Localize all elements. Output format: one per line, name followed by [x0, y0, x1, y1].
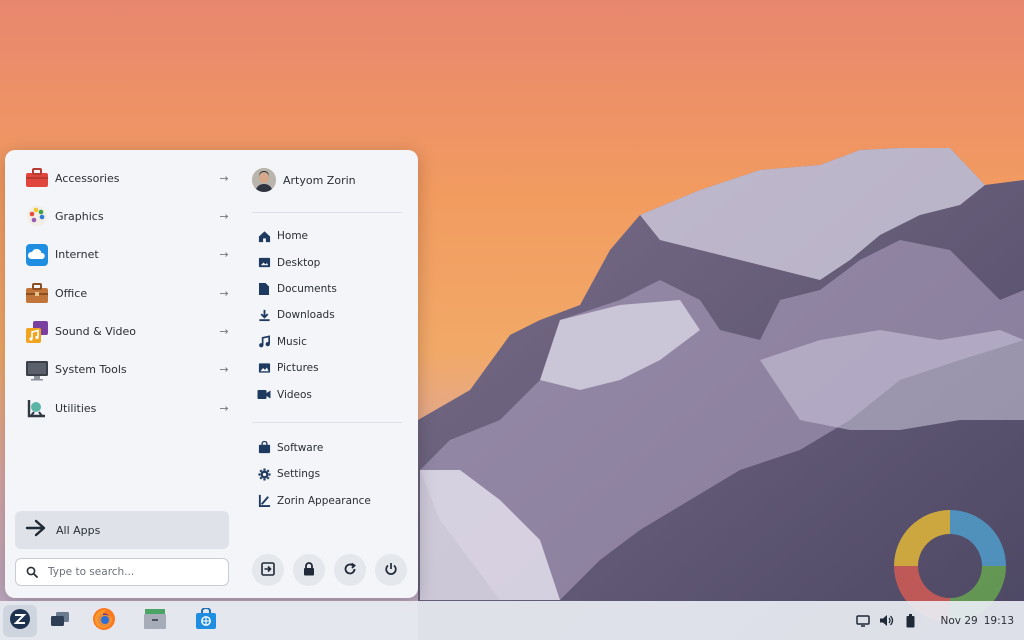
system-software[interactable]: Software — [252, 435, 407, 461]
arrow-right-icon: → — [219, 248, 229, 262]
palette-icon — [25, 204, 49, 228]
avatar — [252, 168, 276, 192]
picture-icon — [256, 360, 272, 376]
category-label: Utilities — [55, 401, 97, 415]
clock-date: Nov 29 — [940, 614, 978, 627]
place-label: Settings — [277, 468, 321, 481]
firefox-icon — [92, 607, 116, 635]
place-label: Music — [277, 335, 307, 348]
category-label: Accessories — [55, 171, 120, 185]
search-input[interactable] — [48, 566, 218, 578]
place-label: Zorin Appearance — [277, 494, 371, 507]
all-apps-button[interactable]: All Apps — [15, 511, 229, 549]
restart-button[interactable] — [334, 554, 366, 586]
clock[interactable]: Nov 29 19:13 — [941, 615, 1014, 627]
category-label: Sound & Video — [55, 325, 137, 339]
cloud-icon — [25, 243, 49, 267]
place-label: Documents — [277, 282, 337, 295]
category-internet[interactable]: Internet → — [15, 237, 235, 273]
place-desktop[interactable]: Desktop — [252, 249, 407, 275]
system-zorin-appearance[interactable]: Zorin Appearance — [252, 488, 407, 514]
user-account[interactable]: Artyom Zorin — [252, 160, 407, 200]
appearance-icon — [256, 493, 272, 509]
category-accessories[interactable]: Accessories → — [15, 160, 235, 196]
files-button[interactable] — [138, 605, 172, 637]
battery-icon[interactable] — [903, 613, 919, 629]
home-icon — [256, 228, 272, 244]
window-switcher-icon — [50, 611, 70, 631]
desktop-icon — [256, 255, 272, 271]
arrow-right-icon: → — [219, 286, 229, 300]
document-icon — [256, 281, 272, 297]
category-sound-video[interactable]: Sound & Video → — [15, 314, 235, 350]
category-office[interactable]: Office → — [15, 275, 235, 311]
place-videos[interactable]: Videos — [252, 381, 407, 407]
zorin-menu-icon — [9, 608, 31, 634]
category-label: Graphics — [55, 209, 104, 223]
taskbar: Nov 29 19:13 — [0, 601, 1024, 640]
lock-icon — [303, 561, 315, 580]
search-icon — [26, 563, 38, 582]
power-off-button[interactable] — [375, 554, 407, 586]
system-settings[interactable]: Settings — [252, 461, 407, 487]
place-label: Pictures — [277, 362, 319, 375]
arrow-right-icon — [25, 519, 47, 541]
music-icon — [256, 334, 272, 350]
place-label: Desktop — [277, 256, 321, 269]
category-system-tools[interactable]: System Tools → — [15, 352, 235, 388]
category-label: System Tools — [55, 363, 127, 377]
arrow-right-icon: → — [219, 363, 229, 377]
video-icon — [256, 387, 272, 403]
category-label: Office — [55, 286, 88, 300]
category-label: Internet — [55, 248, 99, 262]
firefox-button[interactable] — [87, 605, 121, 637]
software-store-icon — [194, 607, 218, 634]
user-name: Artyom Zorin — [283, 173, 356, 187]
power-icon — [384, 561, 398, 580]
place-home[interactable]: Home — [252, 223, 407, 249]
logout-button[interactable] — [252, 554, 284, 586]
music-video-icon — [25, 320, 49, 344]
arrow-right-icon: → — [219, 209, 229, 223]
files-icon — [143, 608, 167, 634]
software-bag-icon — [256, 440, 272, 456]
search-box[interactable] — [15, 558, 229, 586]
arrow-right-icon: → — [219, 325, 229, 339]
system-tray: Nov 29 19:13 — [847, 601, 1014, 640]
restart-icon — [343, 561, 357, 580]
screen-icon[interactable] — [855, 613, 871, 629]
arrow-right-icon: → — [219, 401, 229, 415]
software-store-button[interactable] — [189, 605, 223, 637]
start-menu: Accessories → Graphics → Internet → Offi… — [5, 150, 418, 598]
logout-icon — [261, 561, 275, 580]
place-pictures[interactable]: Pictures — [252, 355, 407, 381]
volume-icon[interactable] — [879, 613, 895, 629]
window-switcher-button[interactable] — [43, 605, 77, 637]
monitor-icon — [25, 358, 49, 382]
toolbox-icon — [25, 166, 49, 190]
utilities-icon — [25, 396, 49, 420]
place-label: Software — [277, 441, 324, 454]
place-label: Downloads — [277, 309, 335, 322]
place-downloads[interactable]: Downloads — [252, 302, 407, 328]
lock-button[interactable] — [293, 554, 325, 586]
place-label: Home — [277, 230, 309, 243]
arrow-right-icon: → — [219, 171, 229, 185]
category-utilities[interactable]: Utilities → — [15, 390, 235, 426]
briefcase-icon — [25, 281, 49, 305]
divider — [252, 212, 402, 213]
places-column: Artyom Zorin Home Desktop Documents Down… — [252, 160, 407, 514]
category-list: Accessories → Graphics → Internet → Offi… — [15, 160, 235, 429]
place-documents[interactable]: Documents — [252, 276, 407, 302]
divider — [252, 421, 402, 423]
clock-time: 19:13 — [983, 614, 1014, 627]
place-label: Videos — [277, 388, 312, 401]
power-controls — [252, 554, 407, 588]
gear-icon — [256, 466, 272, 482]
zorin-menu-button[interactable] — [3, 605, 37, 637]
place-music[interactable]: Music — [252, 329, 407, 355]
all-apps-label: All Apps — [56, 523, 101, 537]
category-graphics[interactable]: Graphics → — [15, 198, 235, 234]
download-icon — [256, 307, 272, 323]
